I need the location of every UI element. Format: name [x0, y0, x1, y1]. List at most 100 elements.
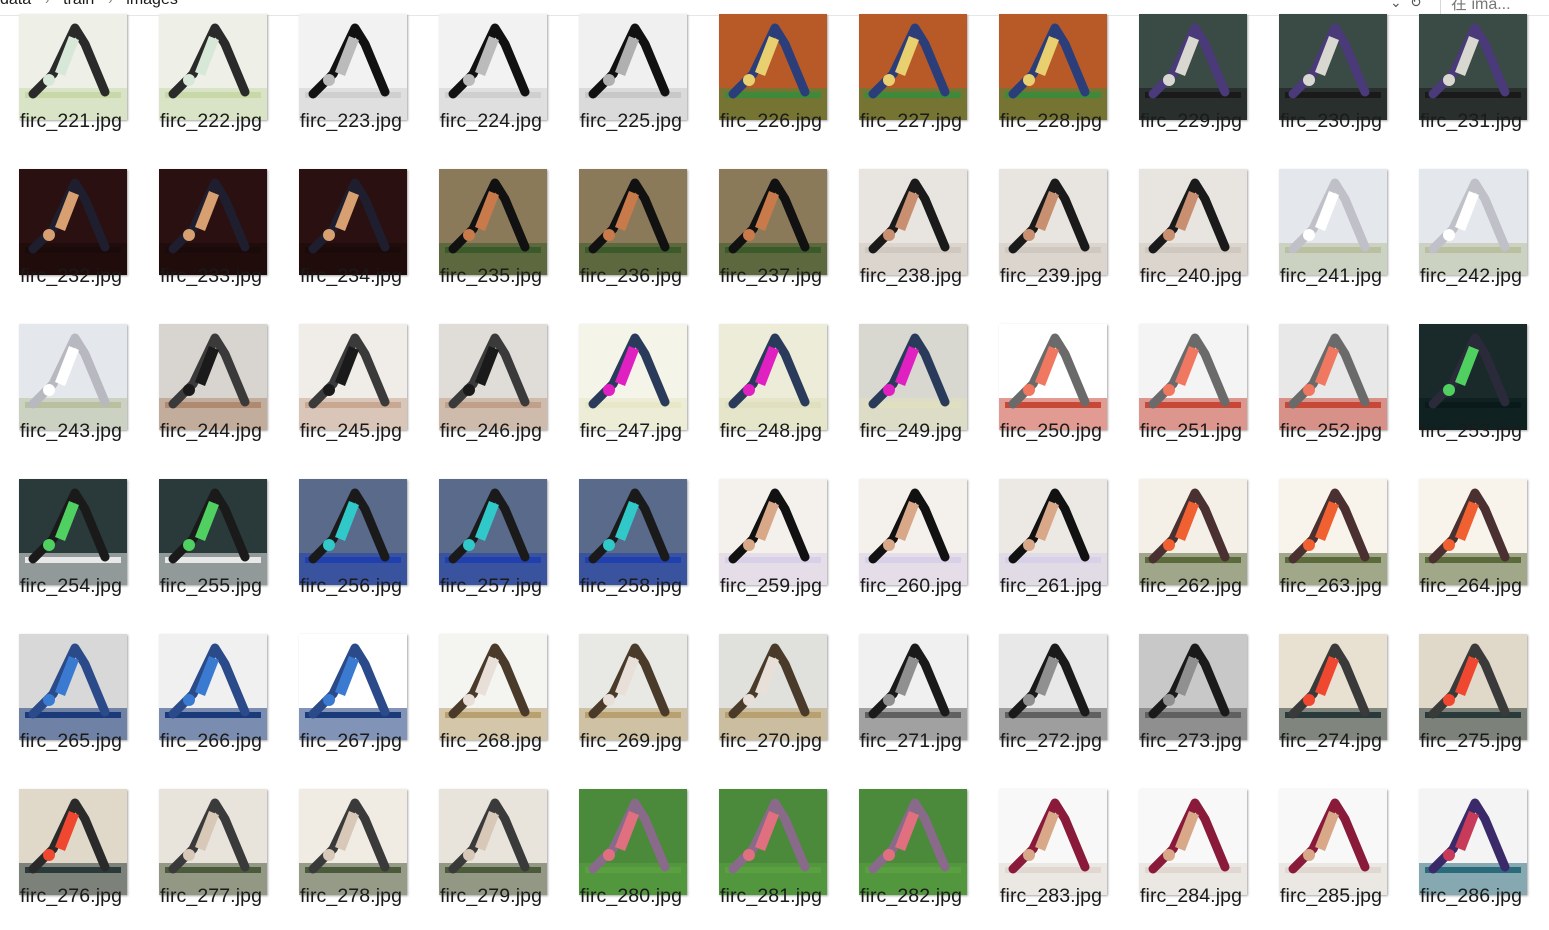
file-item[interactable]: firc_260.jpg — [840, 465, 980, 620]
file-thumbnail[interactable] — [299, 169, 407, 275]
file-thumbnail[interactable] — [1279, 169, 1387, 275]
file-thumbnail[interactable] — [159, 324, 267, 430]
file-thumbnail[interactable] — [579, 169, 687, 275]
file-thumbnail[interactable] — [1139, 14, 1247, 120]
file-thumbnail[interactable] — [159, 14, 267, 120]
file-item[interactable]: firc_221.jpg — [0, 0, 140, 155]
file-thumbnail[interactable] — [439, 479, 547, 585]
file-item[interactable]: firc_286.jpg — [1400, 775, 1540, 930]
file-item[interactable]: firc_236.jpg — [560, 155, 700, 310]
file-item[interactable]: firc_279.jpg — [420, 775, 560, 930]
file-item[interactable]: firc_231.jpg — [1400, 0, 1540, 155]
file-thumbnail[interactable] — [1139, 479, 1247, 585]
file-thumbnail[interactable] — [1419, 634, 1527, 740]
file-item[interactable]: firc_224.jpg — [420, 0, 560, 155]
file-item[interactable]: firc_227.jpg — [840, 0, 980, 155]
file-thumbnail[interactable] — [1419, 14, 1527, 120]
file-thumbnail[interactable] — [299, 14, 407, 120]
file-item[interactable]: firc_261.jpg — [980, 465, 1120, 620]
file-item[interactable]: firc_254.jpg — [0, 465, 140, 620]
file-thumbnail[interactable] — [1139, 169, 1247, 275]
file-name[interactable]: firc_242.jpg — [1420, 265, 1549, 288]
file-item[interactable]: firc_251.jpg — [1120, 310, 1260, 465]
file-thumbnail[interactable] — [859, 479, 967, 585]
file-item[interactable]: firc_262.jpg — [1120, 465, 1260, 620]
file-thumbnail[interactable] — [859, 634, 967, 740]
file-item[interactable]: firc_256.jpg — [280, 465, 420, 620]
file-item[interactable]: firc_223.jpg — [280, 0, 420, 155]
file-thumbnail[interactable] — [999, 14, 1107, 120]
file-item[interactable]: firc_250.jpg — [980, 310, 1120, 465]
file-item[interactable]: firc_243.jpg — [0, 310, 140, 465]
file-thumbnail[interactable] — [999, 324, 1107, 430]
file-thumbnail[interactable] — [579, 789, 687, 895]
file-name[interactable]: firc_253.jpg — [1420, 420, 1549, 443]
file-item[interactable]: firc_257.jpg — [420, 465, 560, 620]
file-thumbnail[interactable] — [439, 634, 547, 740]
file-item[interactable]: firc_285.jpg — [1260, 775, 1400, 930]
file-item[interactable]: firc_258.jpg — [560, 465, 700, 620]
file-item[interactable]: firc_276.jpg — [0, 775, 140, 930]
file-item[interactable]: firc_270.jpg — [700, 620, 840, 775]
file-thumbnail[interactable] — [1279, 479, 1387, 585]
file-thumbnail[interactable] — [719, 14, 827, 120]
file-thumbnail[interactable] — [1419, 169, 1527, 275]
file-thumbnail[interactable] — [1419, 479, 1527, 585]
file-item[interactable]: firc_271.jpg — [840, 620, 980, 775]
file-thumbnail[interactable] — [299, 634, 407, 740]
file-item[interactable]: firc_280.jpg — [560, 775, 700, 930]
file-item[interactable]: firc_245.jpg — [280, 310, 420, 465]
file-thumbnail[interactable] — [159, 169, 267, 275]
file-thumbnail[interactable] — [19, 789, 127, 895]
file-item[interactable]: firc_252.jpg — [1260, 310, 1400, 465]
file-thumbnail[interactable] — [439, 789, 547, 895]
file-thumbnail[interactable] — [1139, 324, 1247, 430]
file-item[interactable]: firc_237.jpg — [700, 155, 840, 310]
file-thumbnail[interactable] — [19, 169, 127, 275]
file-thumbnail[interactable] — [859, 789, 967, 895]
file-item[interactable]: firc_264.jpg — [1400, 465, 1540, 620]
file-thumbnail[interactable] — [859, 169, 967, 275]
file-item[interactable]: firc_274.jpg — [1260, 620, 1400, 775]
file-item[interactable]: firc_259.jpg — [700, 465, 840, 620]
file-thumbnail[interactable] — [439, 324, 547, 430]
file-item[interactable]: firc_273.jpg — [1120, 620, 1260, 775]
file-thumbnail[interactable] — [159, 479, 267, 585]
file-thumbnail[interactable] — [299, 789, 407, 895]
file-item[interactable]: firc_277.jpg — [140, 775, 280, 930]
file-item[interactable]: firc_253.jpg — [1400, 310, 1540, 465]
file-thumbnail[interactable] — [579, 479, 687, 585]
file-item[interactable]: firc_233.jpg — [140, 155, 280, 310]
file-thumbnail[interactable] — [19, 634, 127, 740]
file-item[interactable]: firc_255.jpg — [140, 465, 280, 620]
file-item[interactable]: firc_248.jpg — [700, 310, 840, 465]
file-item[interactable]: firc_234.jpg — [280, 155, 420, 310]
file-thumbnail[interactable] — [19, 479, 127, 585]
file-thumbnail[interactable] — [299, 324, 407, 430]
file-item[interactable]: firc_246.jpg — [420, 310, 560, 465]
file-thumbnail[interactable] — [999, 634, 1107, 740]
file-thumbnail[interactable] — [1139, 634, 1247, 740]
file-item[interactable]: firc_268.jpg — [420, 620, 560, 775]
file-name[interactable]: firc_264.jpg — [1420, 575, 1549, 598]
file-thumbnail[interactable] — [19, 14, 127, 120]
file-thumbnail[interactable] — [579, 14, 687, 120]
file-thumbnail[interactable] — [1419, 324, 1527, 430]
file-thumbnail[interactable] — [159, 634, 267, 740]
file-thumbnail[interactable] — [859, 14, 967, 120]
file-item[interactable]: firc_240.jpg — [1120, 155, 1260, 310]
file-item[interactable]: firc_267.jpg — [280, 620, 420, 775]
file-thumbnail[interactable] — [1279, 324, 1387, 430]
file-thumbnail[interactable] — [159, 789, 267, 895]
file-item[interactable]: firc_272.jpg — [980, 620, 1120, 775]
file-thumbnail[interactable] — [1279, 634, 1387, 740]
file-item[interactable]: firc_225.jpg — [560, 0, 700, 155]
file-item[interactable]: firc_241.jpg — [1260, 155, 1400, 310]
file-item[interactable]: firc_283.jpg — [980, 775, 1120, 930]
file-item[interactable]: firc_229.jpg — [1120, 0, 1260, 155]
file-thumbnail[interactable] — [719, 169, 827, 275]
file-item[interactable]: firc_284.jpg — [1120, 775, 1260, 930]
file-thumbnail[interactable] — [999, 169, 1107, 275]
file-item[interactable]: firc_242.jpg — [1400, 155, 1540, 310]
file-thumbnail[interactable] — [439, 14, 547, 120]
